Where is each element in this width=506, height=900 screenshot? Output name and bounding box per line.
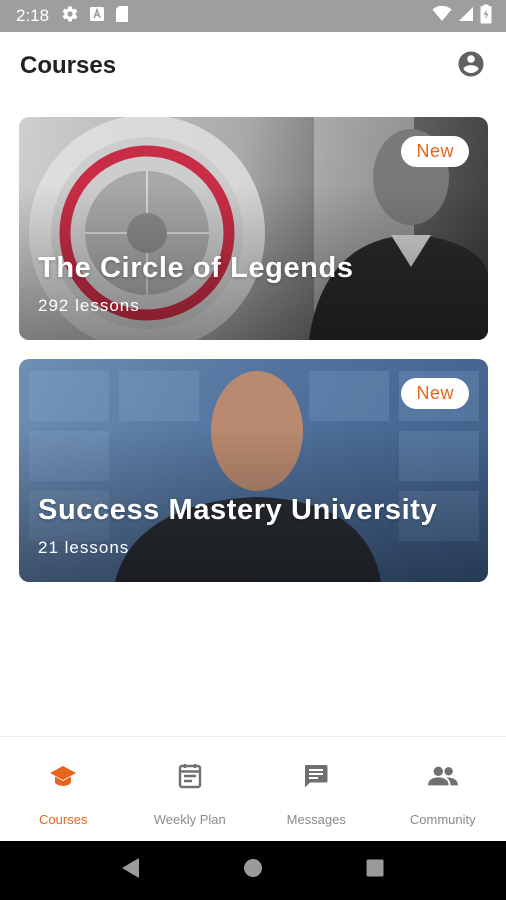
course-card[interactable]: New Success Mastery University 21 lesson… xyxy=(19,359,488,582)
system-nav-bar xyxy=(0,841,506,900)
wifi-icon xyxy=(432,5,452,27)
calendar-icon xyxy=(175,761,205,791)
battery-charging-icon xyxy=(480,4,492,29)
course-list: New The Circle of Legends 292 lessons Ne… xyxy=(0,100,506,736)
home-button[interactable] xyxy=(238,856,268,886)
page-title: Courses xyxy=(20,52,117,79)
account-circle-icon xyxy=(456,49,486,84)
cell-signal-icon xyxy=(458,6,474,27)
back-triangle-icon xyxy=(121,857,141,884)
profile-button[interactable] xyxy=(454,49,488,83)
keyboard-a-icon xyxy=(89,6,105,27)
settings-icon xyxy=(61,5,79,28)
status-time: 2:18 xyxy=(16,6,50,25)
nav-label: Messages xyxy=(286,812,346,827)
bottom-nav: Courses Weekly Plan Messages Community xyxy=(0,736,506,841)
course-title: Success Mastery University xyxy=(38,494,438,526)
back-button[interactable] xyxy=(116,856,146,886)
graduation-cap-icon xyxy=(48,761,78,791)
course-title: The Circle of Legends xyxy=(38,252,354,284)
nav-label: Courses xyxy=(39,812,88,827)
recents-square-icon xyxy=(365,858,385,883)
chat-icon xyxy=(301,761,331,791)
new-badge: New xyxy=(401,378,469,409)
nav-item-messages[interactable]: Messages xyxy=(253,737,380,841)
course-lesson-count: 292 lessons xyxy=(38,296,140,315)
status-bar: 2:18 xyxy=(0,0,506,32)
home-circle-icon xyxy=(243,858,263,883)
nav-label: Community xyxy=(409,812,476,827)
new-badge: New xyxy=(401,136,469,167)
people-icon xyxy=(427,761,458,791)
app-bar: Courses xyxy=(0,32,506,100)
nav-label: Weekly Plan xyxy=(153,812,226,827)
nav-item-weekly-plan[interactable]: Weekly Plan xyxy=(127,737,254,841)
course-lesson-count: 21 lessons xyxy=(38,538,130,557)
nav-item-community[interactable]: Community xyxy=(380,737,506,841)
sim-card-icon xyxy=(115,5,129,28)
recents-button[interactable] xyxy=(360,856,390,886)
nav-item-courses[interactable]: Courses xyxy=(0,737,127,841)
course-card[interactable]: New The Circle of Legends 292 lessons xyxy=(19,117,488,340)
